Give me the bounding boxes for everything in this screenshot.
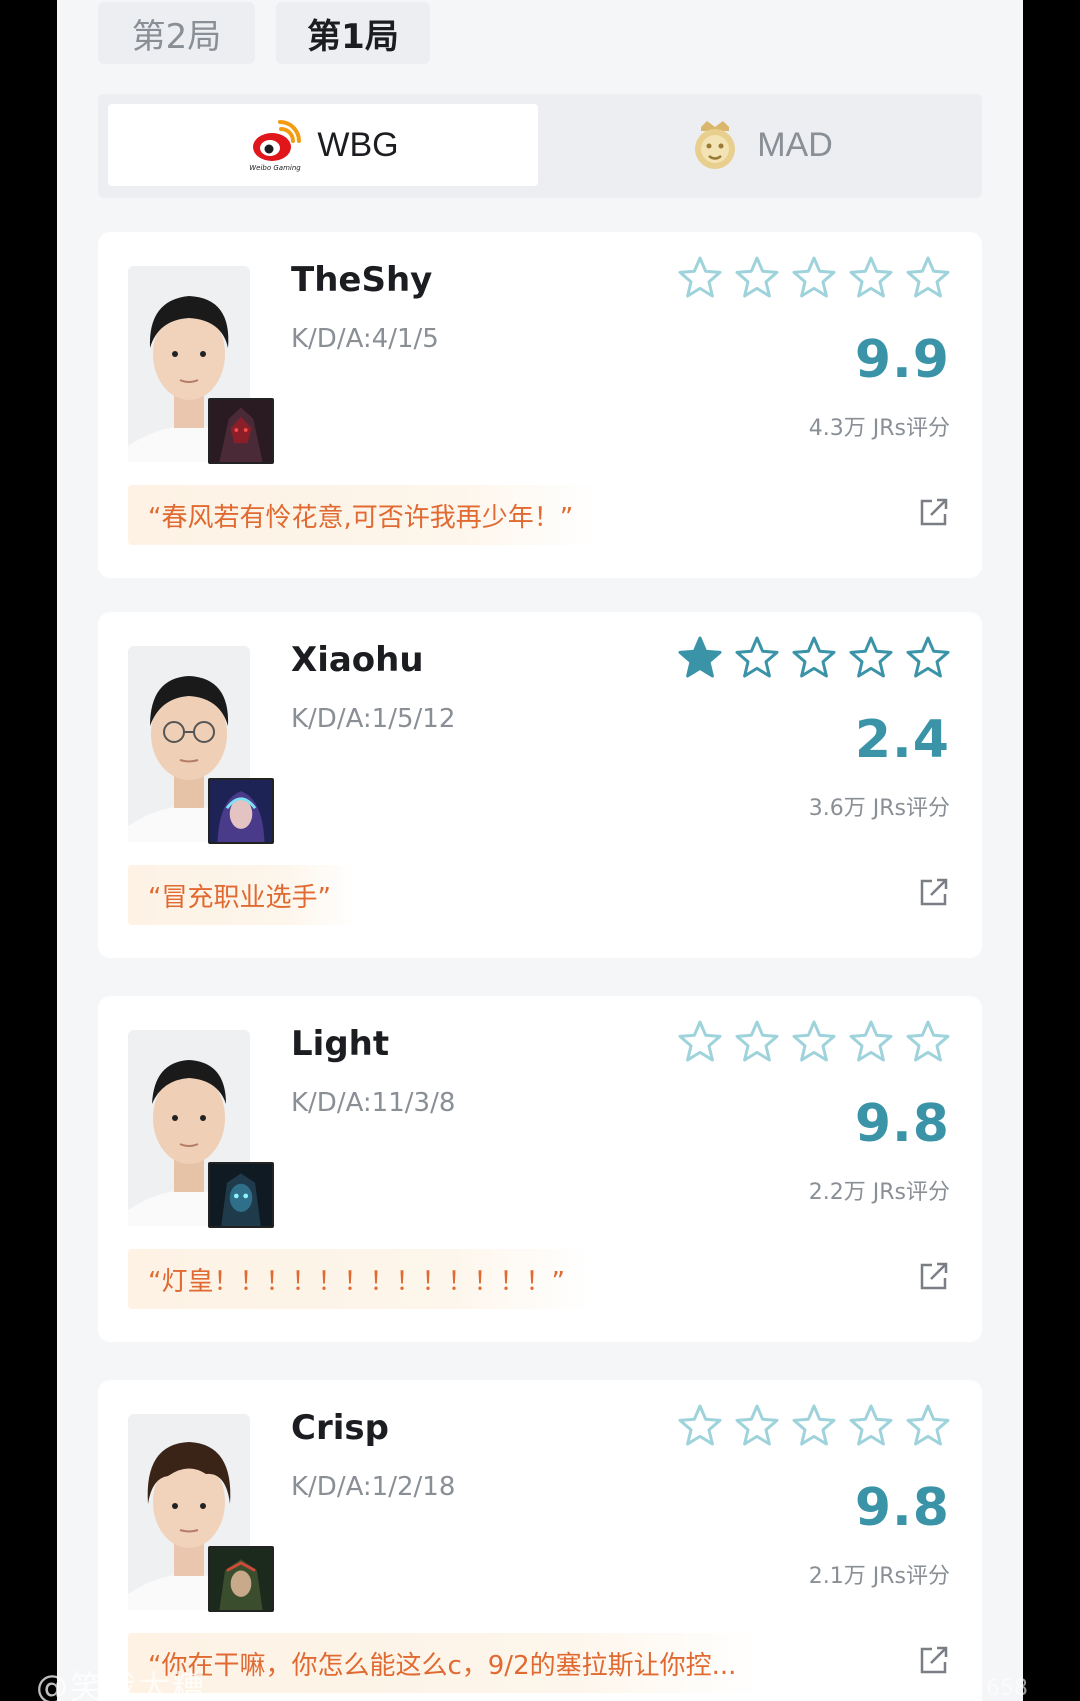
player-avatar-group	[128, 1030, 276, 1228]
star-icon[interactable]	[847, 634, 895, 682]
star-icon[interactable]	[676, 254, 724, 302]
team-switch: Weibo Gaming WBG MAD	[98, 94, 982, 198]
team-tab-mad[interactable]: MAD	[548, 104, 972, 186]
star-icon[interactable]	[733, 1402, 781, 1450]
star-rating[interactable]	[676, 1018, 952, 1066]
star-filled-icon[interactable]	[676, 634, 724, 682]
top-comment[interactable]: “你在干嘛，你怎么能这么c，9/2的塞拉斯让你控...	[128, 1633, 763, 1693]
star-icon[interactable]	[790, 634, 838, 682]
top-comment[interactable]: “冒充职业选手”	[128, 865, 357, 925]
player-avatar-group	[128, 1414, 276, 1612]
vote-count: 3.6万 JRs评分	[808, 796, 950, 821]
ratings-page: 第2局 第1局 Weibo Gaming WBG MAD TheShy K/D/…	[57, 0, 1023, 1701]
star-icon[interactable]	[733, 1018, 781, 1066]
vote-count: 2.2万 JRs评分	[808, 1180, 950, 1205]
champion-icon	[208, 398, 274, 464]
star-rating[interactable]	[676, 634, 952, 682]
player-card[interactable]: Light K/D/A:11/3/8 9.8 2.2万 JRs评分 “灯皇！！！…	[98, 996, 982, 1342]
player-card[interactable]: TheShy K/D/A:4/1/5 9.9 4.3万 JRs评分 “春风若有怜…	[98, 232, 982, 578]
team-name-wbg: WBG	[317, 125, 399, 164]
player-score: 2.4	[854, 710, 950, 770]
player-kda: K/D/A:4/1/5	[291, 324, 439, 354]
star-icon[interactable]	[790, 254, 838, 302]
mad-lions-logo-icon	[695, 121, 736, 169]
player-avatar-group	[128, 266, 276, 464]
player-score: 9.9	[854, 330, 950, 390]
champion-icon	[208, 1546, 274, 1612]
champion-icon	[208, 778, 274, 844]
player-card[interactable]: Xiaohu K/D/A:1/5/12 2.4 3.6万 JRs评分 “冒充职业…	[98, 612, 982, 958]
vote-count: 4.3万 JRs评分	[808, 416, 950, 441]
star-icon[interactable]	[904, 1018, 952, 1066]
top-comment[interactable]: “春风若有怜花意,可否许我再少年！”	[128, 485, 600, 545]
player-name: Crisp	[291, 1408, 389, 1448]
team-tab-wbg[interactable]: Weibo Gaming WBG	[108, 104, 538, 186]
player-avatar-group	[128, 646, 276, 844]
player-kda: K/D/A:11/3/8	[291, 1088, 456, 1118]
top-comment[interactable]: “灯皇！！！！！！！！！！！！！”	[128, 1249, 591, 1309]
player-kda: K/D/A:1/5/12	[291, 704, 456, 734]
star-icon[interactable]	[790, 1402, 838, 1450]
star-icon[interactable]	[676, 1018, 724, 1066]
share-external-icon[interactable]	[918, 496, 950, 528]
star-icon[interactable]	[676, 1402, 724, 1450]
star-icon[interactable]	[733, 634, 781, 682]
player-score: 9.8	[854, 1094, 950, 1154]
star-icon[interactable]	[847, 254, 895, 302]
watermark-badge-text: 658	[986, 1676, 1028, 1701]
share-external-icon[interactable]	[918, 1644, 950, 1676]
team-name-mad: MAD	[757, 125, 833, 164]
player-card[interactable]: Crisp K/D/A:1/2/18 9.8 2.1万 JRs评分 “你在干嘛，…	[98, 1380, 982, 1701]
tab-game-1[interactable]: 第1局	[276, 2, 430, 64]
player-name: Xiaohu	[291, 640, 424, 680]
weibo-gaming-logo-icon: Weibo Gaming	[250, 120, 302, 172]
star-rating[interactable]	[676, 254, 952, 302]
player-name: TheShy	[291, 260, 433, 300]
share-external-icon[interactable]	[918, 876, 950, 908]
player-score: 9.8	[854, 1478, 950, 1538]
share-external-icon[interactable]	[918, 1260, 950, 1292]
star-icon[interactable]	[790, 1018, 838, 1066]
champion-icon	[208, 1162, 274, 1228]
star-icon[interactable]	[904, 254, 952, 302]
watermark-text: @笑我太糟	[36, 1668, 207, 1701]
star-icon[interactable]	[847, 1402, 895, 1450]
tab-game-2[interactable]: 第2局	[98, 2, 255, 64]
star-icon[interactable]	[904, 634, 952, 682]
player-kda: K/D/A:1/2/18	[291, 1472, 456, 1502]
vote-count: 2.1万 JRs评分	[808, 1564, 950, 1589]
star-icon[interactable]	[904, 1402, 952, 1450]
player-name: Light	[291, 1024, 390, 1064]
wbg-logo-text: Weibo Gaming	[250, 164, 302, 172]
star-icon[interactable]	[847, 1018, 895, 1066]
star-rating[interactable]	[676, 1402, 952, 1450]
star-icon[interactable]	[733, 254, 781, 302]
